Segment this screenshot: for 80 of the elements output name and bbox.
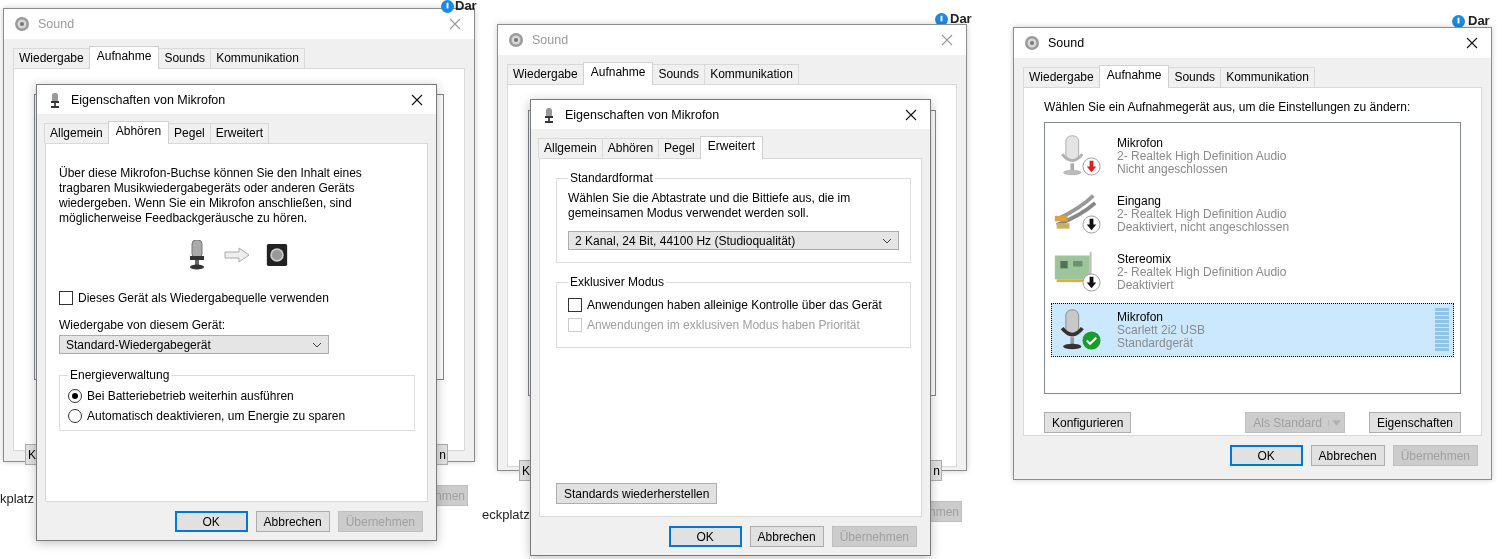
background-text: eckplatz bbox=[482, 507, 530, 522]
device-row[interactable]: Mikrofon 2- Realtek High Definition Audio Nicht angeschlossen bbox=[1051, 129, 1454, 183]
action-button[interactable]: Konfigurieren bbox=[1044, 412, 1132, 433]
radio-button[interactable] bbox=[68, 389, 82, 403]
tab[interactable]: Erweitert bbox=[699, 136, 764, 159]
dialog-title: Eigenschaften von Mikrofon bbox=[71, 92, 227, 107]
device-driver: 2- Realtek High Definition Audio bbox=[1117, 207, 1288, 221]
level-meter bbox=[1435, 308, 1449, 352]
tab[interactable]: Pegel bbox=[658, 138, 701, 158]
device-status: Standardgerät bbox=[1117, 336, 1195, 350]
background-text: Dar bbox=[950, 11, 972, 26]
close-icon[interactable] bbox=[1466, 37, 1478, 49]
device-row[interactable]: Eingang 2- Realtek High Definition Audio Deaktiviert, nicht angeschlossen bbox=[1051, 187, 1454, 241]
close-icon[interactable] bbox=[411, 93, 423, 106]
checkbox-label: Anwendungen im exklusiven Modus haben Priorität bbox=[587, 318, 860, 332]
checkbox-label: Anwendungen haben alleinige Kontrolle über das Gerät bbox=[587, 298, 882, 312]
prompt-text: Wählen Sie ein Aufnahmegerät aus, um die Einstellungen zu ändern: bbox=[1044, 100, 1412, 114]
tab[interactable]: Aufnahme bbox=[582, 62, 654, 85]
tab[interactable]: Allgemein bbox=[538, 138, 603, 158]
tab[interactable]: Wiedergabe bbox=[13, 48, 90, 68]
tab[interactable]: Kommunikation bbox=[1220, 67, 1315, 87]
format-dropdown[interactable]: 2 Kanal, 24 Bit, 44100 Hz (Studioqualität) bbox=[568, 231, 899, 250]
action-button[interactable]: Eigenschaften bbox=[1368, 412, 1461, 433]
device-row[interactable]: Stereomix 2- Realtek High Definition Audio Deaktiviert bbox=[1051, 245, 1454, 299]
radio-button[interactable] bbox=[68, 409, 82, 423]
device-driver: 2- Realtek High Definition Audio bbox=[1117, 149, 1288, 163]
tab[interactable]: Kommunikation bbox=[210, 48, 305, 68]
dialog-button[interactable]: Abbrechen bbox=[255, 511, 330, 532]
window-title: Sound bbox=[532, 33, 570, 47]
speaker-icon bbox=[1024, 35, 1040, 51]
device-status: Nicht angeschlossen bbox=[1117, 162, 1229, 176]
tab[interactable]: Allgemein bbox=[44, 123, 109, 143]
dropdown-label: Wiedergabe von diesem Gerät: bbox=[59, 318, 226, 332]
tab[interactable]: Wiedergabe bbox=[1023, 67, 1100, 87]
description-text: Über diese Mikrofon-Buchse können Sie den Inhalt eines tragbaren Musikwiedergabegeräts oder anderen Geräts wiedergeben. Wenn Sie ein Mikrofon anschließen, sind möglicherweise Feedbackgeräusche zu hören. bbox=[59, 166, 363, 226]
background-text: kplatz bbox=[0, 491, 34, 506]
radio-label: Bei Batteriebetrieb weiterhin ausführen bbox=[87, 389, 294, 403]
speaker-icon bbox=[508, 32, 524, 48]
checkbox-label: Dieses Gerät als Wiedergabequelle verwenden bbox=[78, 291, 329, 305]
dialog-button[interactable]: OK bbox=[668, 526, 742, 547]
close-icon[interactable] bbox=[905, 108, 917, 121]
background-text: Dar bbox=[455, 0, 477, 13]
dialog-button[interactable]: OK bbox=[174, 511, 248, 532]
restore-defaults-button[interactable]: Standards wiederherstellen bbox=[556, 483, 718, 504]
device-status: Deaktiviert bbox=[1117, 278, 1175, 292]
speaker-icon bbox=[14, 16, 30, 32]
group-title: Standardformat bbox=[569, 171, 654, 185]
checkbox[interactable] bbox=[59, 291, 73, 305]
chevron-icon bbox=[882, 237, 892, 244]
tab[interactable]: Pegel bbox=[168, 123, 211, 143]
dialog-button[interactable]: OK bbox=[1229, 445, 1303, 466]
tab[interactable]: Aufnahme bbox=[1098, 65, 1170, 88]
dialog-title: Eigenschaften von Mikrofon bbox=[565, 107, 721, 122]
format-description: Wählen Sie die Abtastrate und die Bittiefe aus, die im gemeinsamen Modus verwendet werden soll. bbox=[568, 191, 852, 221]
device-driver: 2- Realtek High Definition Audio bbox=[1117, 265, 1288, 279]
device-name: Eingang bbox=[1117, 194, 1162, 208]
device-name: Mikrofon bbox=[1117, 136, 1164, 150]
device-status: Deaktiviert, nicht angeschlossen bbox=[1117, 220, 1291, 234]
dialog-button[interactable]: Abbrechen bbox=[749, 526, 824, 547]
group-title: Exklusiver Modus bbox=[569, 275, 666, 289]
device-row[interactable]: Mikrofon Scarlett 2i2 USB Standardgerät bbox=[1051, 303, 1454, 357]
tab[interactable]: Aufnahme bbox=[88, 46, 160, 69]
dialog-button[interactable]: Abbrechen bbox=[1310, 445, 1385, 466]
background-text: Dar bbox=[1468, 13, 1490, 28]
tab[interactable]: Abhören bbox=[107, 121, 170, 144]
device-driver: Scarlett 2i2 USB bbox=[1117, 323, 1207, 337]
checkbox[interactable] bbox=[568, 298, 582, 312]
window-title: Sound bbox=[38, 17, 76, 31]
group-title: Energieverwaltung bbox=[69, 368, 171, 382]
tab[interactable]: Kommunikation bbox=[704, 64, 799, 84]
window-title: Sound bbox=[1048, 36, 1086, 50]
tab[interactable]: Erweitert bbox=[209, 123, 270, 143]
radio-label: Automatisch deaktivieren, um Energie zu sparen bbox=[87, 409, 346, 423]
chevron-icon bbox=[312, 341, 322, 348]
arrow-icon bbox=[223, 247, 250, 263]
playback-dropdown[interactable]: Standard-Wiedergabegerät bbox=[59, 335, 329, 354]
caret-icon bbox=[1327, 419, 1341, 426]
tab[interactable]: Wiedergabe bbox=[507, 64, 584, 84]
device-name: Mikrofon bbox=[1117, 310, 1164, 324]
device-name: Stereomix bbox=[1117, 252, 1173, 266]
